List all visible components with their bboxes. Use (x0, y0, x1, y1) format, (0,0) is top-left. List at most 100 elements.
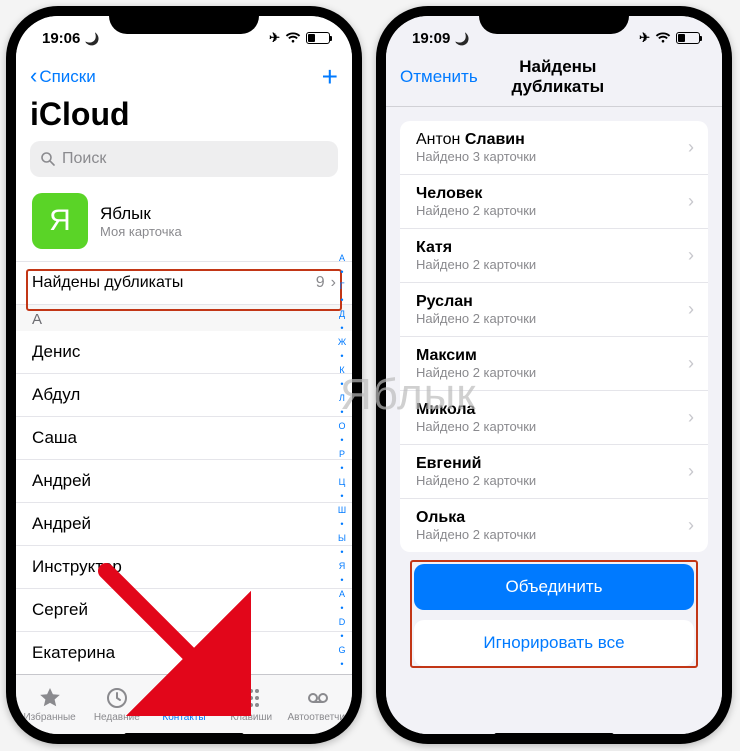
contact-row[interactable]: Сергей (16, 589, 352, 632)
index-dot: • (334, 659, 350, 669)
keypad-icon (239, 686, 263, 710)
tab-label: Клавиши (230, 712, 272, 723)
contact-row[interactable]: Андрей (16, 503, 352, 546)
duplicate-name: Человек (416, 185, 536, 203)
index-dot: • (334, 603, 350, 613)
index-letter[interactable]: Я (334, 561, 350, 571)
page-title: Найдены дубликаты (478, 57, 638, 97)
status-time: 19:06 (42, 30, 80, 47)
duplicate-sub: Найдено 2 карточки (416, 311, 536, 326)
clock-icon (105, 686, 129, 710)
index-letter[interactable]: К (334, 365, 350, 375)
index-letter[interactable]: G (334, 645, 350, 655)
merge-button[interactable]: Объединить (414, 564, 694, 610)
duplicates-content[interactable]: Антон СлавинНайдено 3 карточки›ЧеловекНа… (386, 107, 722, 734)
duplicate-sub: Найдено 2 карточки (416, 473, 536, 488)
index-dot: • (334, 547, 350, 557)
index-dot: • (334, 519, 350, 529)
index-dot: • (334, 435, 350, 445)
contact-row[interactable]: Андрей (16, 460, 352, 503)
duplicate-sub: Найдено 2 карточки (416, 257, 536, 272)
duplicate-row[interactable]: МаксимНайдено 2 карточки› (400, 337, 708, 391)
index-dot: • (334, 575, 350, 585)
duplicate-row[interactable]: ЧеловекНайдено 2 карточки› (400, 175, 708, 229)
section-header: A (16, 305, 352, 331)
my-card-row[interactable]: Я Яблык Моя карточка (16, 183, 352, 261)
index-letter[interactable]: I (334, 673, 350, 674)
iphone-frame-left: 19:06 ✈︎ ‹Списки + iCloud Поиск (6, 6, 362, 744)
dnd-moon-icon (455, 30, 470, 47)
index-letter[interactable]: Р (334, 449, 350, 459)
index-bar[interactable]: А•Г•Д•Ж•К•Л•О•Р•Ц•Ш•Ы•Я•A•D•G•I•L•O•Q•T•… (334, 253, 350, 664)
index-letter[interactable]: Ш (334, 505, 350, 515)
index-letter[interactable]: A (334, 589, 350, 599)
search-placeholder: Поиск (62, 150, 106, 168)
tab-voicemail[interactable]: Автоответчик (285, 675, 352, 734)
index-letter[interactable]: Л (334, 393, 350, 403)
chevron-right-icon: › (688, 245, 694, 266)
tab-keypad[interactable]: Клавиши (218, 675, 285, 734)
chevron-right-icon: › (688, 515, 694, 536)
tab-recents[interactable]: Недавние (83, 675, 150, 734)
notch (479, 6, 629, 34)
dnd-moon-icon (85, 30, 100, 47)
ignore-all-button[interactable]: Игнорировать все (414, 620, 694, 666)
duplicate-sub: Найдено 2 карточки (416, 527, 536, 542)
voicemail-icon (306, 686, 330, 710)
duplicate-row[interactable]: ЕвгенийНайдено 2 карточки› (400, 445, 708, 499)
my-card-sub: Моя карточка (100, 224, 182, 239)
airplane-icon: ✈︎ (269, 30, 280, 46)
index-dot: • (334, 295, 350, 305)
duplicate-name: Антон Славин (416, 131, 536, 149)
cancel-button[interactable]: Отменить (400, 67, 478, 87)
duplicates-row[interactable]: Найдены дубликаты 9› (16, 261, 352, 305)
contact-row[interactable]: Денис (16, 331, 352, 374)
duplicate-row[interactable]: КатяНайдено 2 карточки› (400, 229, 708, 283)
contact-row[interactable]: Абдул (16, 374, 352, 417)
duplicate-row[interactable]: РусланНайдено 2 карточки› (400, 283, 708, 337)
index-letter[interactable]: Г (334, 281, 350, 291)
chevron-right-icon: › (688, 461, 694, 482)
duplicates-count: 9 (316, 274, 325, 292)
search-input[interactable]: Поиск (30, 141, 338, 177)
index-letter[interactable]: Ж (334, 337, 350, 347)
tab-favorites[interactable]: Избранные (16, 675, 83, 734)
notch (109, 6, 259, 34)
index-letter[interactable]: О (334, 421, 350, 431)
index-letter[interactable]: Д (334, 309, 350, 319)
duplicate-row[interactable]: ОлькаНайдено 2 карточки › (400, 499, 708, 552)
duplicate-sub: Найдено 2 карточки (416, 203, 536, 218)
add-button[interactable]: + (322, 63, 338, 91)
chevron-right-icon: › (688, 137, 694, 158)
tab-contacts[interactable]: Контакты (150, 675, 217, 734)
chevron-left-icon: ‹ (30, 65, 37, 87)
nav-bar: ‹Списки + iCloud Поиск (16, 60, 352, 183)
duplicate-row[interactable]: Антон СлавинНайдено 3 карточки› (400, 121, 708, 175)
duplicate-name: Руслан (416, 293, 536, 311)
duplicate-name: Олька (416, 509, 536, 527)
index-letter[interactable]: Ц (334, 477, 350, 487)
tab-label: Автоответчик (287, 712, 349, 723)
wifi-icon (285, 32, 301, 44)
contact-row[interactable]: Саша (16, 417, 352, 460)
index-dot: • (334, 351, 350, 361)
home-indicator[interactable] (124, 733, 244, 738)
index-dot: • (334, 631, 350, 641)
index-letter[interactable]: А (334, 253, 350, 263)
home-indicator[interactable] (494, 733, 614, 738)
duplicate-sub: Найдено 2 карточки (416, 419, 536, 434)
index-letter[interactable]: D (334, 617, 350, 627)
index-letter[interactable]: Ы (334, 533, 350, 543)
battery-icon (306, 32, 330, 44)
page-title: iCloud (30, 96, 338, 133)
contact-row[interactable]: Инструктор (16, 546, 352, 589)
duplicate-name: Максим (416, 347, 536, 365)
duplicate-row[interactable]: МиколаНайдено 2 карточки› (400, 391, 708, 445)
wifi-icon (655, 32, 671, 44)
tab-label: Избранные (23, 712, 75, 723)
back-button[interactable]: ‹Списки (30, 66, 96, 88)
contact-row[interactable]: Екатерина (16, 632, 352, 674)
contacts-content[interactable]: Я Яблык Моя карточка Найдены дубликаты 9… (16, 183, 352, 674)
airplane-icon: ✈︎ (639, 30, 650, 46)
duplicates-card: Антон СлавинНайдено 3 карточки›ЧеловекНа… (400, 121, 708, 552)
